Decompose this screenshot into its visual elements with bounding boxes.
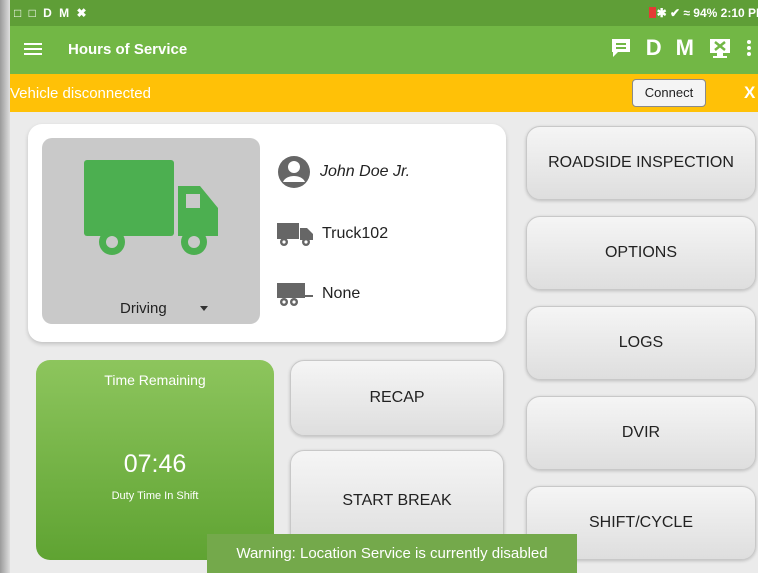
banner-message: Vehicle disconnected: [10, 85, 151, 102]
page-title: Hours of Service: [68, 41, 188, 58]
trailer-icon: [277, 283, 313, 306]
time-remaining-title: Time Remaining: [104, 372, 206, 388]
time-remaining-card[interactable]: Time Remaining 07:46 Duty Time In Shift: [36, 360, 274, 560]
duty-status-label: Driving: [120, 300, 167, 317]
small-truck-icon: [277, 223, 313, 246]
duty-status-selector[interactable]: Driving: [42, 138, 260, 324]
status-right-text: ✱ ✔ ≈ 94% 2:10 PM: [656, 6, 758, 20]
driver-info-card: Driving John Doe Jr. Truck102 None: [28, 124, 506, 342]
overflow-icon[interactable]: [746, 39, 752, 57]
truck-icon: [84, 160, 218, 255]
vehicle-connection-banner: Vehicle disconnected Connect X: [10, 74, 758, 112]
dropdown-caret-icon: [200, 306, 208, 311]
app-bar-actions: D M: [610, 35, 752, 61]
vehicle-name: Truck102: [322, 225, 389, 242]
app-bar: Hours of Service D M: [10, 26, 758, 74]
trailer-name: None: [322, 285, 361, 302]
notification-icons: □ □ D M ✖: [14, 6, 89, 20]
trailer-row: None: [276, 280, 360, 308]
driver-name-row: John Doe Jr.: [276, 154, 410, 190]
messages-m-button[interactable]: M: [676, 35, 694, 61]
monitor-icon[interactable]: [708, 37, 732, 59]
driver-name: John Doe Jr.: [320, 163, 411, 180]
location-warning-toast: Warning: Location Service is currently d…: [207, 534, 577, 573]
connect-button[interactable]: Connect: [632, 79, 706, 107]
logs-button[interactable]: LOGS: [526, 306, 756, 380]
screen-edge-shadow: [0, 0, 10, 573]
system-status-bar: □ □ D M ✖ ✱ ✔ ≈ 94% 2:10 PM: [10, 0, 758, 26]
account-icon: [278, 156, 310, 188]
system-status-text: ✱ ✔ ≈ 94% 2:10 PM: [648, 6, 758, 20]
time-remaining-value: 07:46: [123, 450, 187, 478]
app-screen: □ □ D M ✖ ✱ ✔ ≈ 94% 2:10 PM Hours of Ser…: [0, 0, 758, 573]
battery-icon: [648, 7, 656, 18]
close-banner-button[interactable]: X: [744, 83, 755, 103]
time-remaining-subtitle: Duty Time In Shift: [111, 490, 199, 502]
roadside-inspection-button[interactable]: ROADSIDE INSPECTION: [526, 126, 756, 200]
options-button[interactable]: OPTIONS: [526, 216, 756, 290]
driving-status-button[interactable]: D: [646, 35, 662, 61]
dvir-button[interactable]: DVIR: [526, 396, 756, 470]
recap-button[interactable]: RECAP: [290, 360, 504, 436]
menu-icon[interactable]: [24, 40, 42, 58]
vehicle-row: Truck102: [276, 220, 388, 248]
message-icon[interactable]: [610, 37, 632, 59]
